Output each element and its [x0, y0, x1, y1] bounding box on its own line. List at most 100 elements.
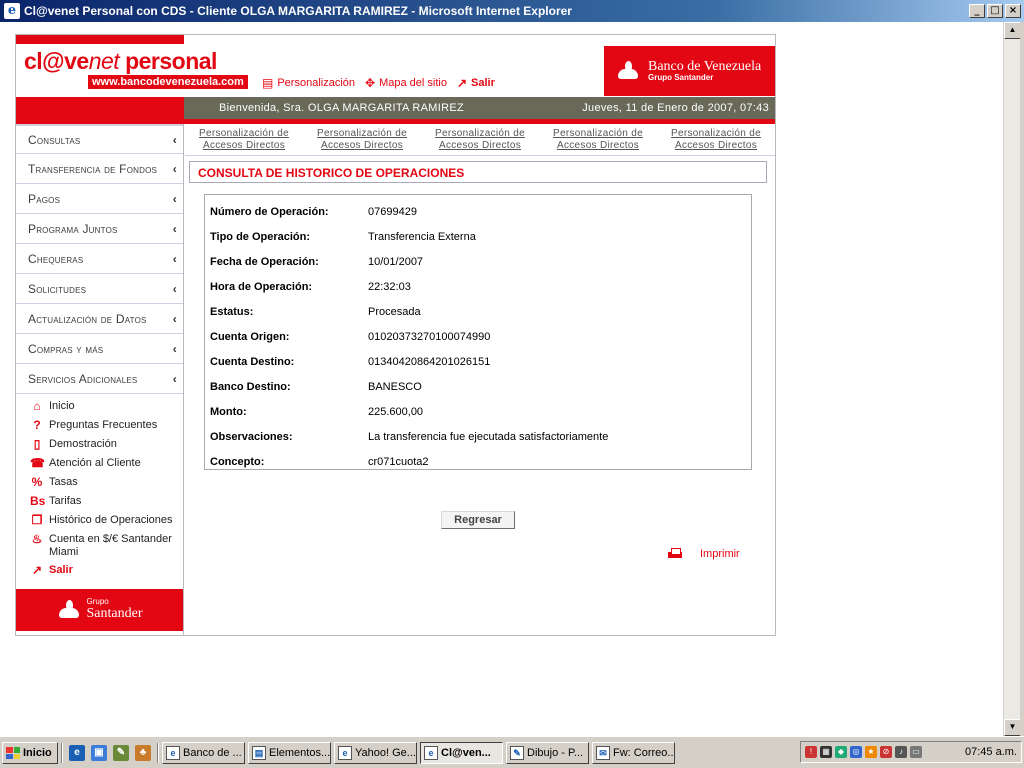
back-button[interactable]: Regresar — [441, 511, 515, 529]
chevron-left-icon: ‹ — [172, 282, 177, 296]
sublink-atencion[interactable]: ☎ Atención al Cliente — [30, 457, 183, 476]
chevron-left-icon: ‹ — [172, 252, 177, 266]
close-button[interactable]: × — [1005, 4, 1021, 18]
printer-tray-icon[interactable]: ▭ — [910, 746, 922, 758]
window-title: Cl@venet Personal con CDS - Cliente OLGA… — [24, 4, 572, 18]
menu-programa-juntos[interactable]: Programa Juntos ‹ — [16, 214, 183, 244]
chevron-left-icon: ‹ — [172, 222, 177, 236]
menu-actualizacion-datos[interactable]: Actualización de Datos ‹ — [16, 304, 183, 334]
system-tray: ! ▦ ◆ ◎ ★ ⊘ ♪ ▭ 07:45 a.m. — [800, 741, 1022, 763]
minimize-button[interactable]: _ — [969, 4, 985, 18]
demo-icon: ▯ — [33, 437, 41, 451]
menu-servicios-adicionales[interactable]: Servicios Adicionales ‹ — [16, 364, 183, 394]
bolivar-icon: Bs — [30, 494, 46, 508]
header-red-bar — [16, 35, 184, 44]
clavenet-logo[interactable]: cl@venet personal — [24, 48, 217, 75]
maximize-button[interactable]: □ — [987, 4, 1003, 18]
menu-transferencia-fondos[interactable]: Transferencia de Fondos ‹ — [16, 154, 183, 184]
security-tray-icon[interactable]: ! — [805, 746, 817, 758]
detail-row: Monto: 225.600,00 — [210, 405, 424, 418]
phone-icon: ☎ — [30, 456, 45, 470]
sublink-demostracion[interactable]: ▯ Demostración — [30, 438, 183, 457]
sitemap-link[interactable]: ✥ Mapa del sitio — [365, 76, 447, 90]
personalize-icon: ▤ — [262, 76, 274, 90]
santander-flame-icon — [57, 599, 81, 620]
volume-tray-icon[interactable]: ♪ — [895, 746, 907, 758]
site-header: cl@venet personal www.bancodevenezuela.c… — [16, 35, 775, 97]
personalizacion-link[interactable]: ▤ Personalización — [262, 76, 355, 90]
taskbar-item-clavenet[interactable]: e Cl@ven... — [420, 742, 503, 764]
menu-compras[interactable]: Compras y más ‹ — [16, 334, 183, 364]
quicklink-5[interactable]: Personalización de Accesos Directos — [657, 124, 775, 155]
chevron-left-icon: ‹ — [172, 312, 177, 326]
detail-row: Cuenta Origen: 01020373270100074990 — [210, 330, 491, 343]
detail-row: Banco Destino: BANESCO — [210, 380, 422, 393]
ie-icon: e — [424, 746, 438, 760]
sublink-tarifas[interactable]: Bs Tarifas — [30, 495, 183, 514]
print-link[interactable]: Imprimir — [668, 548, 740, 560]
media-quicklaunch-icon[interactable]: ♣ — [135, 745, 151, 761]
edit-quicklaunch-icon[interactable]: ✎ — [113, 745, 129, 761]
antivirus-tray-icon[interactable]: ◆ — [835, 746, 847, 758]
ie-icon: e — [166, 746, 180, 760]
exit-icon: ↗ — [31, 563, 43, 577]
detail-row: Concepto: cr071cuota2 — [210, 455, 429, 468]
detail-row: Cuenta Destino: 01340420864201026151 — [210, 355, 491, 368]
update-tray-icon[interactable]: ★ — [865, 746, 877, 758]
taskbar-item-elementos[interactable]: ▤ Elementos... — [248, 742, 331, 764]
sublink-cuenta-miami[interactable]: ♨ Cuenta en $/€ Santander Miami — [30, 533, 183, 564]
detail-row: Tipo de Operación: Transferencia Externa — [210, 230, 476, 243]
start-button[interactable]: Inicio — [2, 742, 58, 764]
quicklink-4[interactable]: Personalización de Accesos Directos — [539, 124, 657, 155]
sublink-tasas[interactable]: % Tasas — [30, 476, 183, 495]
chevron-left-icon: ‹ — [172, 132, 177, 147]
system-clock[interactable]: 07:45 a.m. — [965, 746, 1017, 758]
network-tray-icon[interactable]: ▦ — [820, 746, 832, 758]
sidebar: Consultas ‹ Transferencia de Fondos ‹ Pago… — [16, 124, 184, 635]
sublink-salir[interactable]: ↗ Salir — [30, 564, 183, 583]
taskbar-item-banco[interactable]: e Banco de ... — [162, 742, 245, 764]
sublink-historico[interactable]: ❐ Histórico de Operaciones — [30, 514, 183, 533]
desktop-quicklaunch-icon[interactable]: ▣ — [91, 745, 107, 761]
menu-solicitudes[interactable]: Solicitudes ‹ — [16, 274, 183, 304]
welcome-bar: Bienvenida, Sra. OLGA MARGARITA RAMIREZ … — [16, 97, 775, 124]
header-logout-link[interactable]: ↗ Salir — [457, 76, 495, 90]
stop-tray-icon[interactable]: ⊘ — [880, 746, 892, 758]
vertical-scrollbar[interactable]: ▲ ▼ — [1003, 22, 1021, 736]
menu-pagos[interactable]: Pagos ‹ — [16, 184, 183, 214]
sublink-inicio[interactable]: ⌂ Inicio — [30, 400, 183, 419]
bank-group: Grupo Santander — [648, 73, 714, 83]
page-container: cl@venet personal www.bancodevenezuela.c… — [15, 34, 776, 636]
printer-icon — [668, 548, 682, 560]
detail-row: Hora de Operación: 22:32:03 — [210, 280, 411, 293]
internet-explorer-icon: e — [4, 3, 20, 19]
exit-icon: ↗ — [456, 76, 467, 90]
mail-icon: ✉ — [596, 746, 610, 760]
quicklink-1[interactable]: Personalización de Accesos Directos — [185, 124, 303, 155]
connection-tray-icon[interactable]: ◎ — [850, 746, 862, 758]
taskbar-item-dibujo[interactable]: ✎ Dibujo - P... — [506, 742, 589, 764]
santander-flame-icon — [616, 61, 640, 81]
welcome-text: Bienvenida, Sra. OLGA MARGARITA RAMIREZ — [219, 102, 465, 114]
detail-row: Fecha de Operación: 10/01/2007 — [210, 255, 424, 268]
quicklink-2[interactable]: Personalización de Accesos Directos — [303, 124, 421, 155]
banco-de-venezuela-logo: Banco de Venezuela Grupo Santander — [604, 46, 775, 96]
detail-row: Estatus: Procesada — [210, 305, 421, 318]
sidebar-sublinks: ⌂ Inicio ? Preguntas Frecuentes ▯ Demostrac… — [16, 394, 183, 583]
taskbar-item-yahoo[interactable]: e Yahoo! Ge... — [334, 742, 417, 764]
menu-chequeras[interactable]: Chequeras ‹ — [16, 244, 183, 274]
ie-quicklaunch-icon[interactable]: e — [69, 745, 85, 761]
scroll-down-arrow-icon[interactable]: ▼ — [1004, 719, 1021, 736]
sublink-preguntas[interactable]: ? Preguntas Frecuentes — [30, 419, 183, 438]
menu-consultas[interactable]: Consultas ‹ — [16, 124, 183, 154]
detail-row: Observaciones: La transferencia fue ejecu… — [210, 430, 609, 443]
windows-logo-icon — [6, 747, 20, 759]
quicklink-3[interactable]: Personalización de Accesos Directos — [421, 124, 539, 155]
scroll-up-arrow-icon[interactable]: ▲ — [1004, 22, 1021, 39]
window-titlebar: e Cl@venet Personal con CDS - Cliente OL… — [0, 0, 1024, 22]
home-icon: ⌂ — [33, 399, 41, 413]
chevron-left-icon: ‹ — [172, 372, 177, 386]
site-url-badge[interactable]: www.bancodevenezuela.com — [88, 75, 248, 89]
taskbar-item-correo[interactable]: ✉ Fw: Correo... — [592, 742, 675, 764]
percent-icon: % — [31, 475, 43, 489]
